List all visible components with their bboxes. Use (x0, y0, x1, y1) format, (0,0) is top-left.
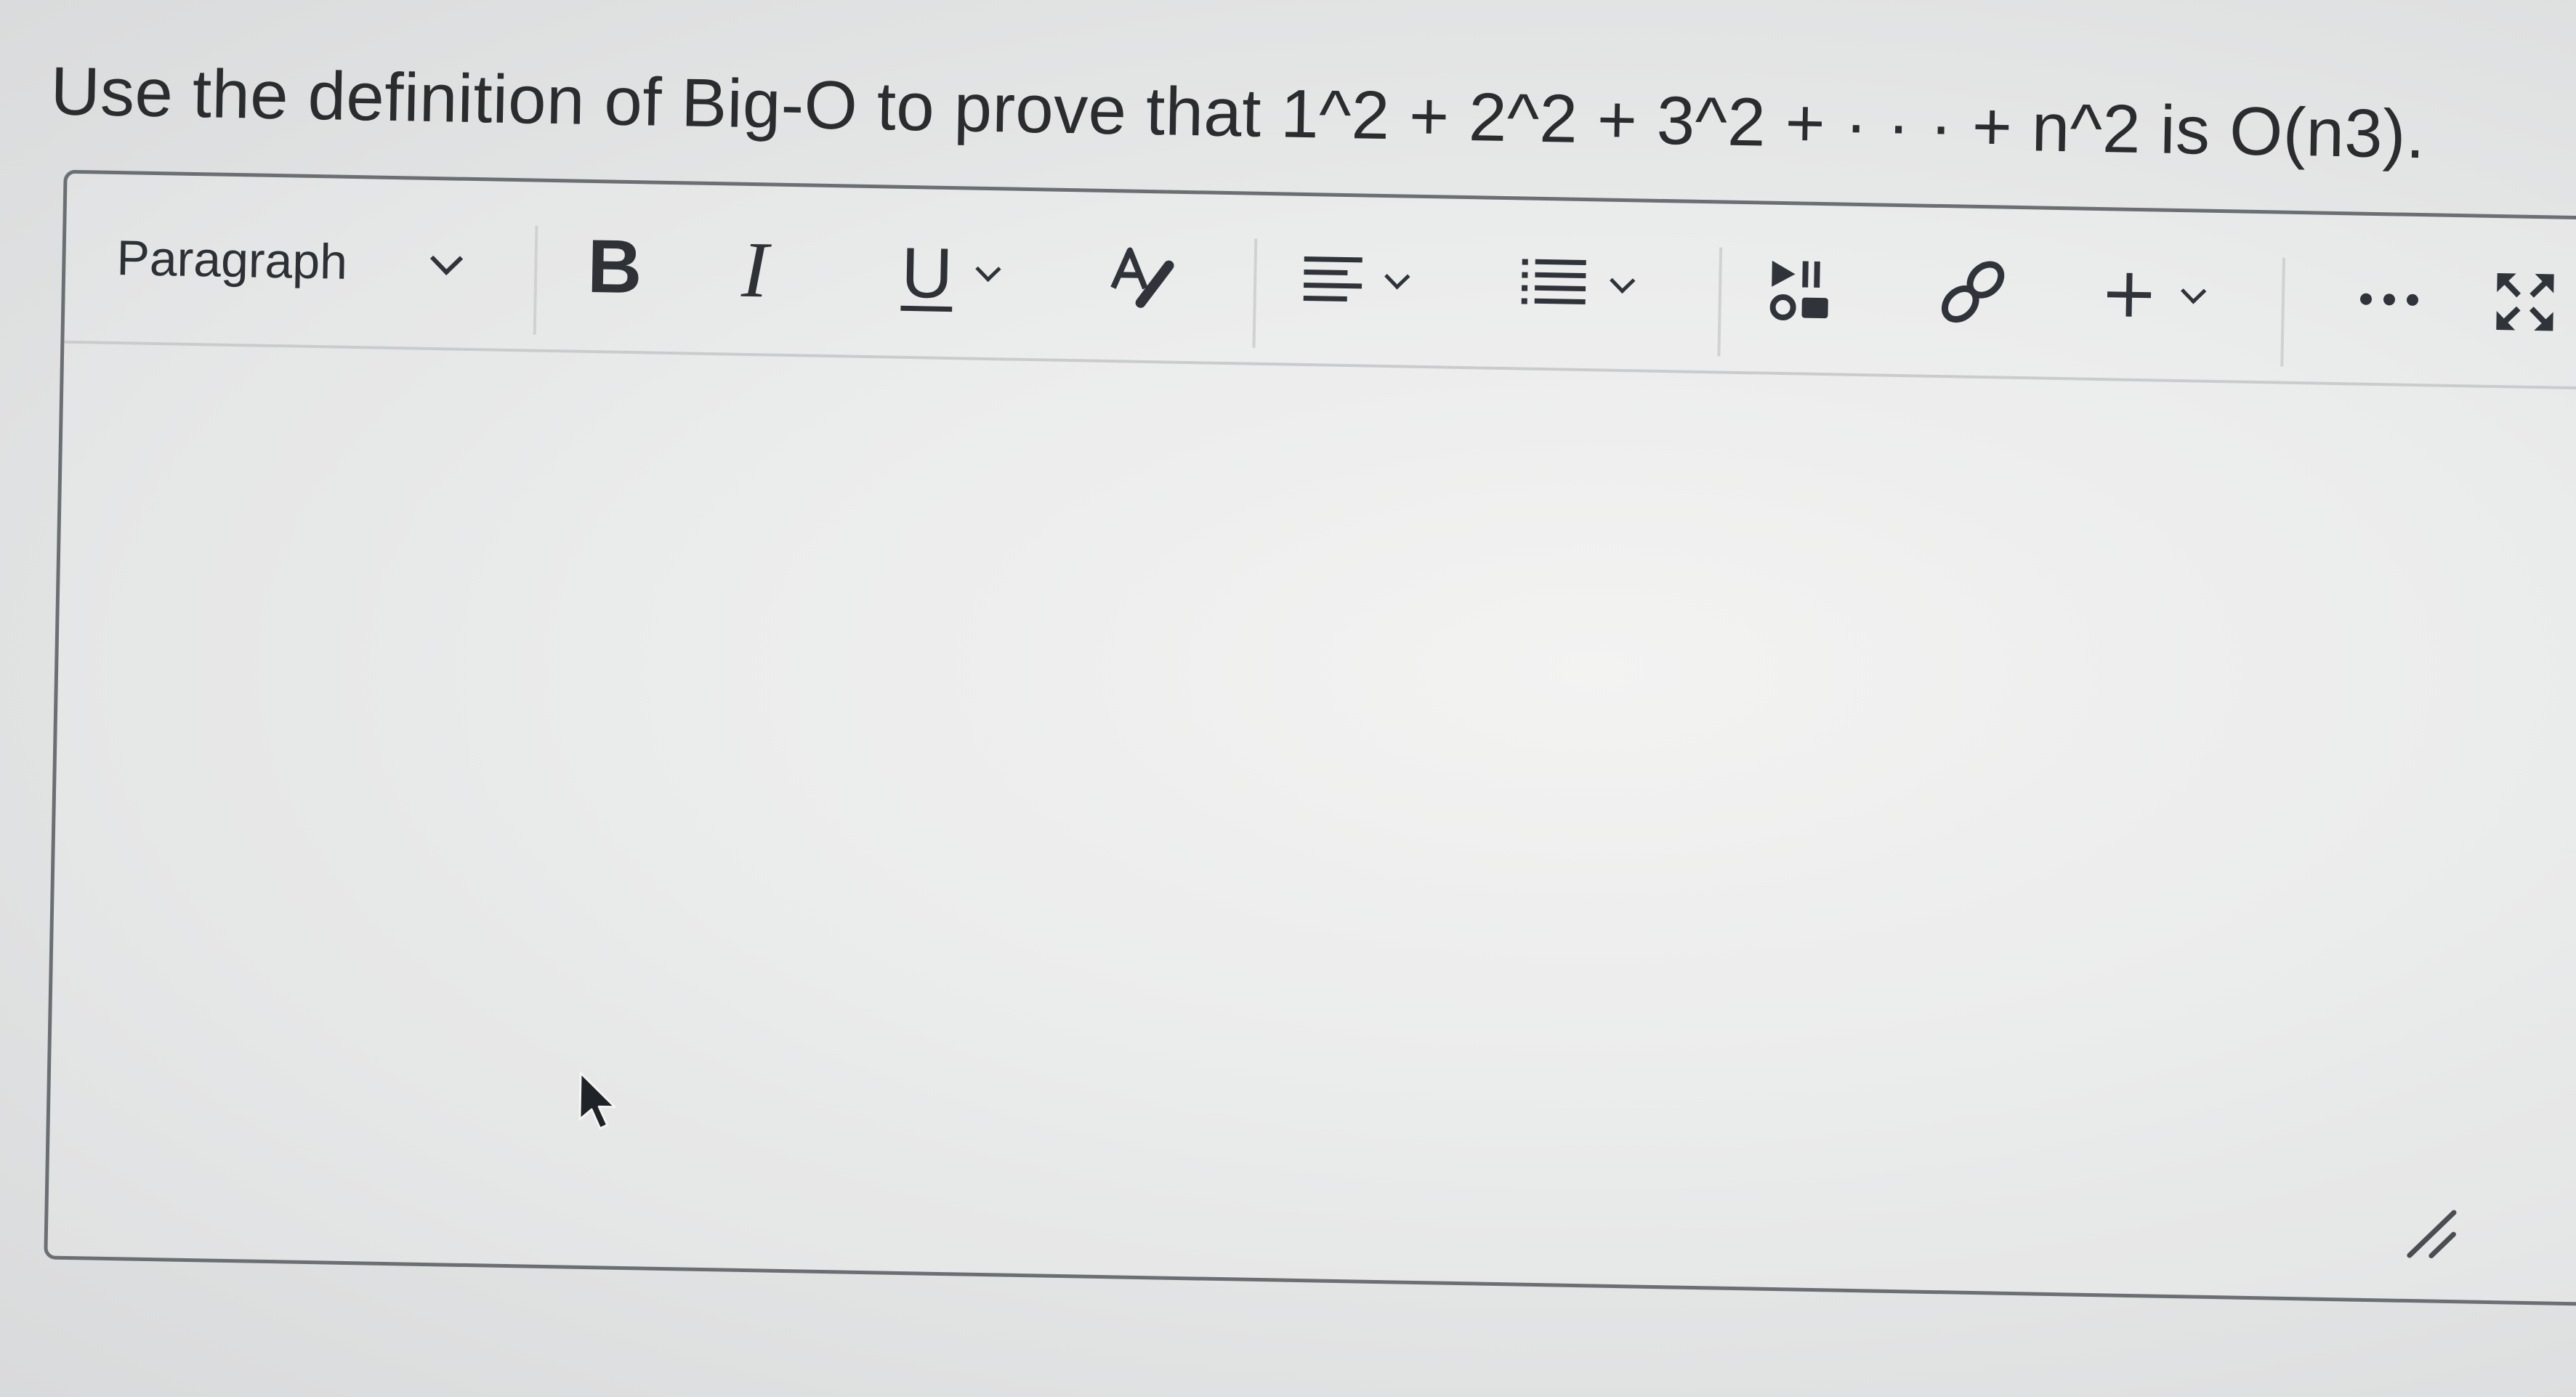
list-button[interactable] (1518, 243, 1636, 325)
question-text: Use the definition of Big-O to prove tha… (49, 52, 2426, 173)
chevron-down-icon (1384, 263, 1410, 289)
more-button[interactable] (2354, 259, 2428, 340)
toolbar-separator (533, 225, 538, 335)
insert-button[interactable] (2099, 254, 2207, 336)
bold-button[interactable]: B (586, 224, 642, 309)
link-button[interactable] (1932, 251, 2014, 333)
mouse-cursor-icon (578, 1072, 616, 1130)
block-format-label: Paragraph (116, 230, 348, 290)
italic-icon: I (740, 224, 770, 314)
text-color-icon (1110, 247, 1174, 308)
align-icon (1303, 256, 1362, 302)
fullscreen-button[interactable] (2492, 262, 2559, 343)
fullscreen-icon (2496, 273, 2554, 331)
plus-icon (2107, 272, 2152, 317)
align-button[interactable] (1300, 240, 1410, 322)
underline-icon: U (900, 232, 954, 313)
screen-photo: Use the definition of Big-O to prove tha… (0, 0, 2576, 1397)
chevron-down-icon (429, 242, 463, 275)
resize-handle-icon[interactable] (2402, 1204, 2461, 1263)
text-color-button[interactable] (1104, 236, 1178, 317)
toolbar-separator (1252, 238, 1258, 348)
bold-icon: B (586, 224, 643, 309)
rich-text-editor: Paragraph B I U (44, 169, 2576, 1306)
block-format-dropdown[interactable]: Paragraph (116, 218, 463, 304)
chevron-down-icon (2180, 278, 2207, 304)
link-icon (1941, 261, 2005, 323)
list-icon (1521, 259, 1586, 305)
media-button[interactable] (1765, 248, 1839, 330)
media-icon (1769, 260, 1828, 321)
quiz-page: Use the definition of Big-O to prove tha… (0, 0, 2576, 1397)
chevron-down-icon (975, 256, 1001, 282)
underline-button[interactable]: U (900, 232, 1001, 314)
editor-content-area[interactable] (47, 344, 2576, 1303)
toolbar-separator (2280, 257, 2286, 367)
chevron-down-icon (1610, 267, 1636, 293)
italic-button[interactable]: I (740, 224, 769, 314)
toolbar-separator (1717, 247, 1723, 357)
more-icon (2360, 293, 2418, 306)
